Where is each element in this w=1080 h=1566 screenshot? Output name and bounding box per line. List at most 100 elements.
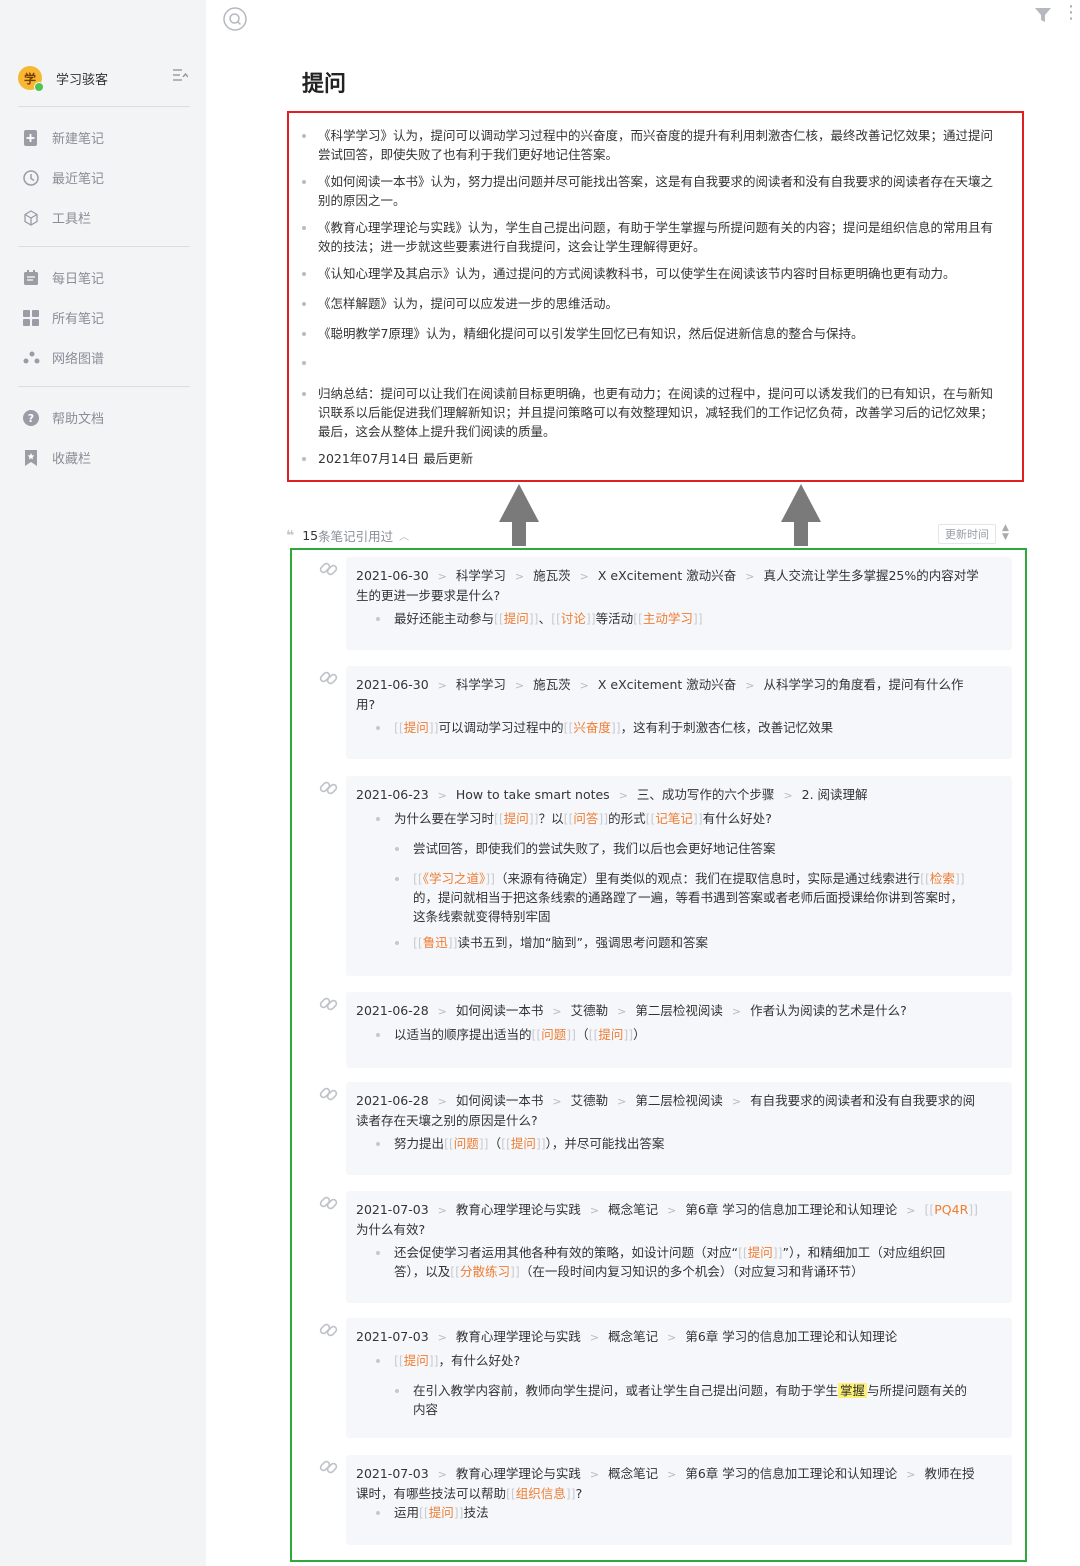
- breadcrumb[interactable]: 2021-07-03 > 教育心理学理论与实践 > 概念笔记 > 第6章 学习的信息加工理论…: [356, 1464, 986, 1503]
- content-bullet[interactable]: 《认知心理学及其启示》认为，通过提问的方式阅读教科书，可以使学生在阅读该节内容时…: [301, 264, 1001, 283]
- breadcrumb-item[interactable]: 科学学习: [456, 568, 506, 583]
- breadcrumb-item[interactable]: X eXcitement 激动兴奋: [598, 568, 736, 583]
- note-link[interactable]: 问答: [573, 811, 598, 826]
- note-link[interactable]: 记笔记: [655, 811, 693, 826]
- note-link[interactable]: 提问: [511, 1136, 536, 1151]
- breadcrumb-item[interactable]: 教育心理学理论与实践: [456, 1466, 581, 1481]
- reference-line[interactable]: 在引入教学内容前，教师向学生提问，或者让学生自己提出问题，有助于学生 掌握 与所提问…: [394, 1381, 969, 1419]
- breadcrumb[interactable]: 2021-06-28 > 如何阅读一本书 > 艾德勒 > 第二层检视阅读 > 作者认为阅读的艺术…: [356, 1001, 996, 1021]
- breadcrumb-item[interactable]: 艾德勒: [571, 1003, 609, 1018]
- note-link[interactable]: 提问: [404, 720, 429, 735]
- note-date[interactable]: 2021-07-03: [356, 1466, 429, 1481]
- link-icon[interactable]: [318, 1192, 340, 1214]
- note-date[interactable]: 2021-06-28: [356, 1093, 429, 1108]
- reference-line[interactable]: [[《学习之道》]]（来源有待确定）里有类似的观点：我们在提取信息时，实际是通过…: [394, 869, 969, 926]
- breadcrumb-item[interactable]: 第6章 学习的信息加工理论和认知理论: [685, 1202, 897, 1217]
- sidebar-item-daily[interactable]: 每日笔记: [22, 268, 104, 287]
- breadcrumb-item[interactable]: 教育心理学理论与实践: [456, 1329, 581, 1344]
- note-link[interactable]: 问题: [541, 1027, 566, 1042]
- note-link[interactable]: 检索: [930, 871, 955, 886]
- user-name[interactable]: 学习骇客: [56, 69, 108, 88]
- breadcrumb[interactable]: 2021-06-30 > 科学学习 > 施瓦茨 > X eXcitement 激动兴奋 > 从科…: [356, 675, 966, 714]
- note-link[interactable]: 分散练习: [460, 1264, 510, 1279]
- content-bullet[interactable]: 《怎样解题》认为，提问可以应发进一步的思维活动。: [301, 294, 1001, 313]
- breadcrumb-item[interactable]: 概念笔记: [608, 1329, 658, 1344]
- note-link[interactable]: 提问: [404, 1353, 429, 1368]
- note-link[interactable]: 主动学习: [643, 611, 693, 626]
- link-icon[interactable]: [318, 993, 340, 1015]
- sort-by-button[interactable]: 更新时间: [938, 524, 996, 544]
- breadcrumb-item[interactable]: How to take smart notes: [456, 787, 610, 802]
- sidebar-item-toolbar[interactable]: 工具栏: [22, 208, 91, 227]
- breadcrumb-item[interactable]: X eXcitement 激动兴奋: [598, 677, 736, 692]
- note-link[interactable]: 提问: [598, 1027, 623, 1042]
- reference-line[interactable]: 最好还能主动参与[[提问]]、[[讨论]]等活动[[主动学习]]: [375, 609, 965, 628]
- breadcrumb-item[interactable]: 教育心理学理论与实践: [456, 1202, 581, 1217]
- reference-line[interactable]: 为什么要在学习时[[提问]]？以[[问答]]的形式[[记笔记]]有什么好处?: [375, 809, 965, 828]
- user-profile[interactable]: 学 学习骇客: [18, 66, 108, 92]
- sidebar-item-help[interactable]: ? 帮助文档: [22, 408, 104, 427]
- link-icon[interactable]: [318, 1083, 340, 1105]
- note-link[interactable]: 提问: [504, 811, 529, 826]
- note-link[interactable]: 提问: [748, 1245, 773, 1260]
- reference-line[interactable]: 还会促使学习者运用其他各种有效的策略，如设计问题（对应“[[提问]]”），和精细…: [375, 1243, 965, 1281]
- filter-icon[interactable]: [1034, 6, 1052, 24]
- note-date[interactable]: 2021-06-23: [356, 787, 429, 802]
- breadcrumb-item[interactable]: 艾德勒: [571, 1093, 609, 1108]
- link-icon[interactable]: [318, 667, 340, 689]
- link-icon[interactable]: [318, 777, 340, 799]
- note-link[interactable]: 《学习之道》: [423, 871, 486, 886]
- breadcrumb-item[interactable]: 第二层检视阅读: [635, 1093, 723, 1108]
- sort-order-icon[interactable]: ▲ ▼: [1002, 524, 1009, 542]
- content-bullet[interactable]: 《教育心理学理论与实践》认为，学生自己提出问题，有助于学生掌握与所提问题有关的内…: [301, 218, 1001, 256]
- avatar[interactable]: 学: [18, 66, 44, 92]
- sidebar-item-recent[interactable]: 最近笔记: [22, 168, 104, 187]
- note-link[interactable]: 组织信息: [516, 1486, 566, 1501]
- page-title[interactable]: 提问: [302, 66, 346, 98]
- link-icon[interactable]: [318, 558, 340, 580]
- content-bullet-summary[interactable]: 归纳总结：提问可以让我们在阅读前目标更明确，也更有动力；在阅读的过程中，提问可以…: [301, 384, 1001, 441]
- note-link[interactable]: 问题: [454, 1136, 479, 1151]
- breadcrumb-item[interactable]: 概念笔记: [608, 1202, 658, 1217]
- link-icon[interactable]: [318, 1319, 340, 1341]
- reference-line[interactable]: 以适当的顺序提出适当的[[问题]]（[[提问]]）: [375, 1025, 965, 1044]
- note-date[interactable]: 2021-06-28: [356, 1003, 429, 1018]
- note-date[interactable]: 2021-07-03: [356, 1202, 429, 1217]
- breadcrumb-item[interactable]: 三、成功写作的六个步骤: [637, 787, 775, 802]
- content-bullet[interactable]: 《聪明教学7原理》认为，精细化提问可以引发学生回忆已有知识，然后促进新信息的整合…: [301, 324, 1001, 343]
- sidebar-item-graph[interactable]: 网络图谱: [22, 348, 104, 367]
- content-bullet[interactable]: 《科学学习》认为，提问可以调动学习过程中的兴奋度，而兴奋度的提升有利用刺激杏仁核…: [301, 126, 1001, 164]
- note-date[interactable]: 2021-07-03: [356, 1329, 429, 1344]
- note-date[interactable]: 2021-06-30: [356, 568, 429, 583]
- breadcrumb-item[interactable]: 概念笔记: [608, 1466, 658, 1481]
- collapse-sidebar-icon[interactable]: [172, 68, 189, 86]
- breadcrumb-item[interactable]: 如何阅读一本书: [456, 1093, 544, 1108]
- note-link[interactable]: 鲁迅: [423, 935, 448, 950]
- search-icon[interactable]: [222, 6, 248, 32]
- content-bullet[interactable]: 《如何阅读一本书》认为，努力提出问题并尽可能找出答案，这是有自我要求的阅读者和没…: [301, 172, 1001, 210]
- note-link[interactable]: 提问: [504, 611, 529, 626]
- breadcrumb-item[interactable]: 作者认为阅读的艺术是什么?: [750, 1003, 907, 1018]
- breadcrumb[interactable]: 2021-06-23 > How to take smart notes > 三、成功写…: [356, 785, 996, 805]
- reference-line[interactable]: 努力提出[[问题]]（[[提问]]），并尽可能找出答案: [375, 1134, 965, 1153]
- sidebar-item-favorites[interactable]: 收藏栏: [22, 448, 91, 467]
- reference-line[interactable]: [[提问]]可以调动学习过程中的[[兴奋度]]，这有利于刺激杏仁核，改善记忆效果: [375, 718, 965, 737]
- breadcrumb[interactable]: 2021-06-30 > 科学学习 > 施瓦茨 > X eXcitement 激动兴奋 > 真人…: [356, 566, 981, 605]
- note-link[interactable]: 提问: [429, 1505, 454, 1520]
- note-date[interactable]: 2021-06-30: [356, 677, 429, 692]
- breadcrumb-item[interactable]: 第6章 学习的信息加工理论和认知理论: [685, 1329, 897, 1344]
- breadcrumb-item[interactable]: 施瓦茨: [533, 568, 571, 583]
- sidebar-item-new-note[interactable]: 新建笔记: [22, 128, 104, 147]
- reference-line[interactable]: 运用[[提问]]技法: [375, 1503, 965, 1522]
- breadcrumb-item[interactable]: 如何阅读一本书: [456, 1003, 544, 1018]
- more-options-icon[interactable]: ⋮: [1062, 4, 1080, 22]
- breadcrumb[interactable]: 2021-07-03 > 教育心理学理论与实践 > 概念笔记 > 第6章 学习的信息加工理论…: [356, 1200, 986, 1239]
- chevron-up-icon[interactable]: ︿: [399, 528, 409, 543]
- note-link[interactable]: PQ4R: [934, 1202, 968, 1217]
- note-link[interactable]: 讨论: [561, 611, 586, 626]
- reference-line[interactable]: [[鲁迅]]读书五到，增加“脑到”，强调思考问题和答案: [394, 933, 969, 952]
- breadcrumb[interactable]: 2021-07-03 > 教育心理学理论与实践 > 概念笔记 > 第6章 学习的信息加工理论…: [356, 1327, 996, 1347]
- breadcrumb-item[interactable]: 2. 阅读理解: [802, 787, 868, 802]
- sidebar-item-all[interactable]: 所有笔记: [22, 308, 104, 327]
- breadcrumb[interactable]: 2021-06-28 > 如何阅读一本书 > 艾德勒 > 第二层检视阅读 > 有自我要求的阅读者…: [356, 1091, 981, 1130]
